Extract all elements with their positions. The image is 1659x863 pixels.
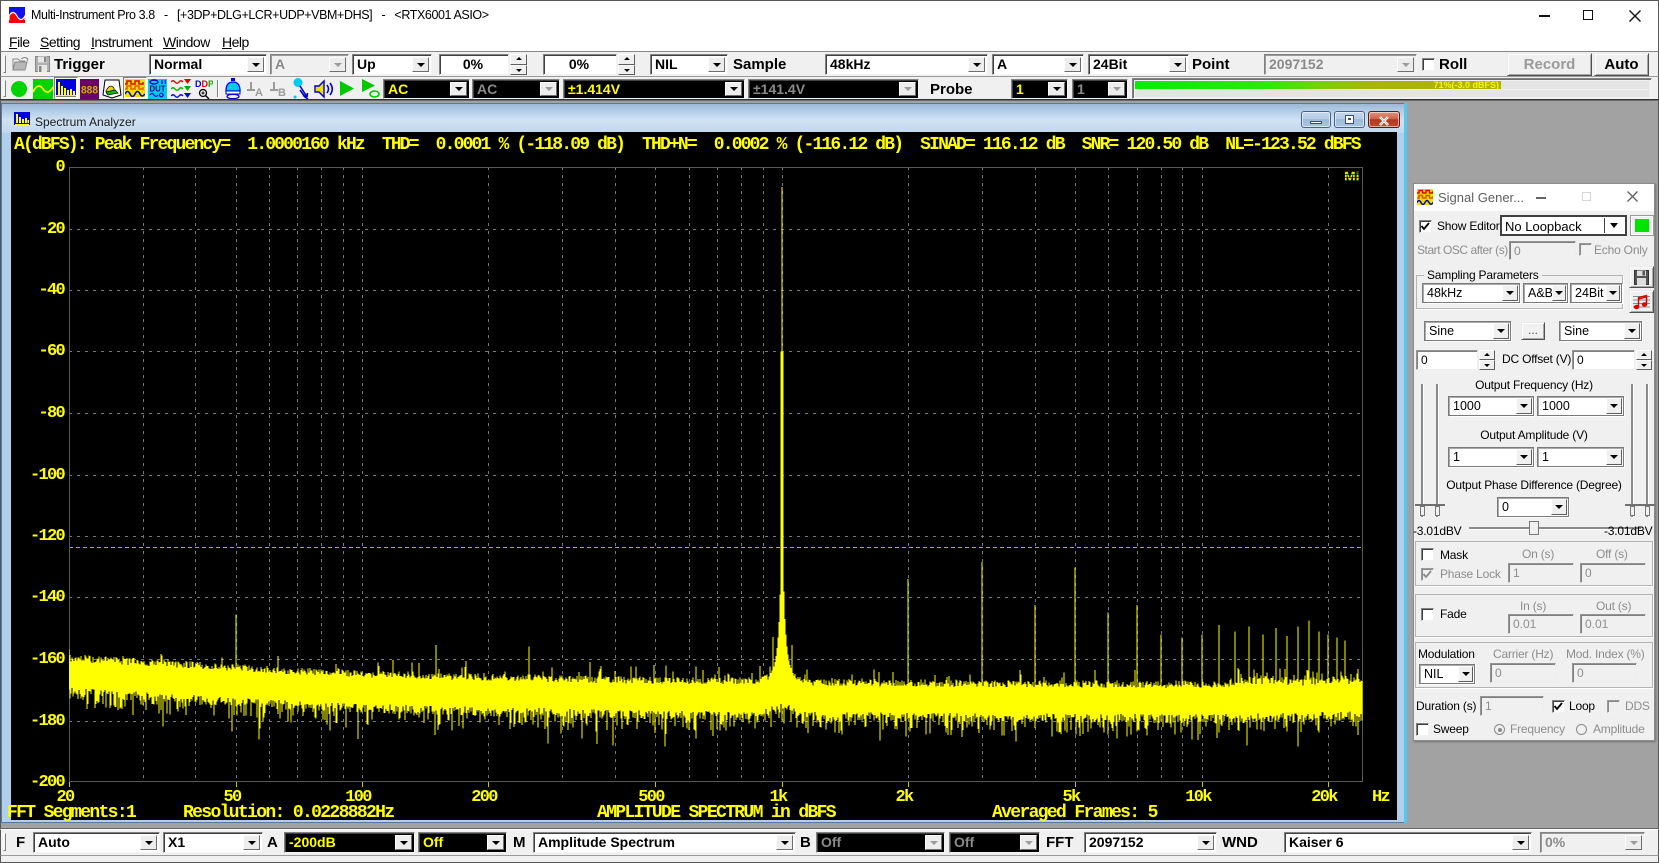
svg-text:DUT: DUT	[150, 84, 167, 94]
svg-text:A: A	[255, 87, 263, 97]
svg-text:888: 888	[81, 85, 98, 97]
svg-text:DDP: DDP	[195, 79, 213, 89]
svg-text:Mi: Mi	[1344, 169, 1360, 182]
svg-text:B: B	[278, 87, 286, 97]
